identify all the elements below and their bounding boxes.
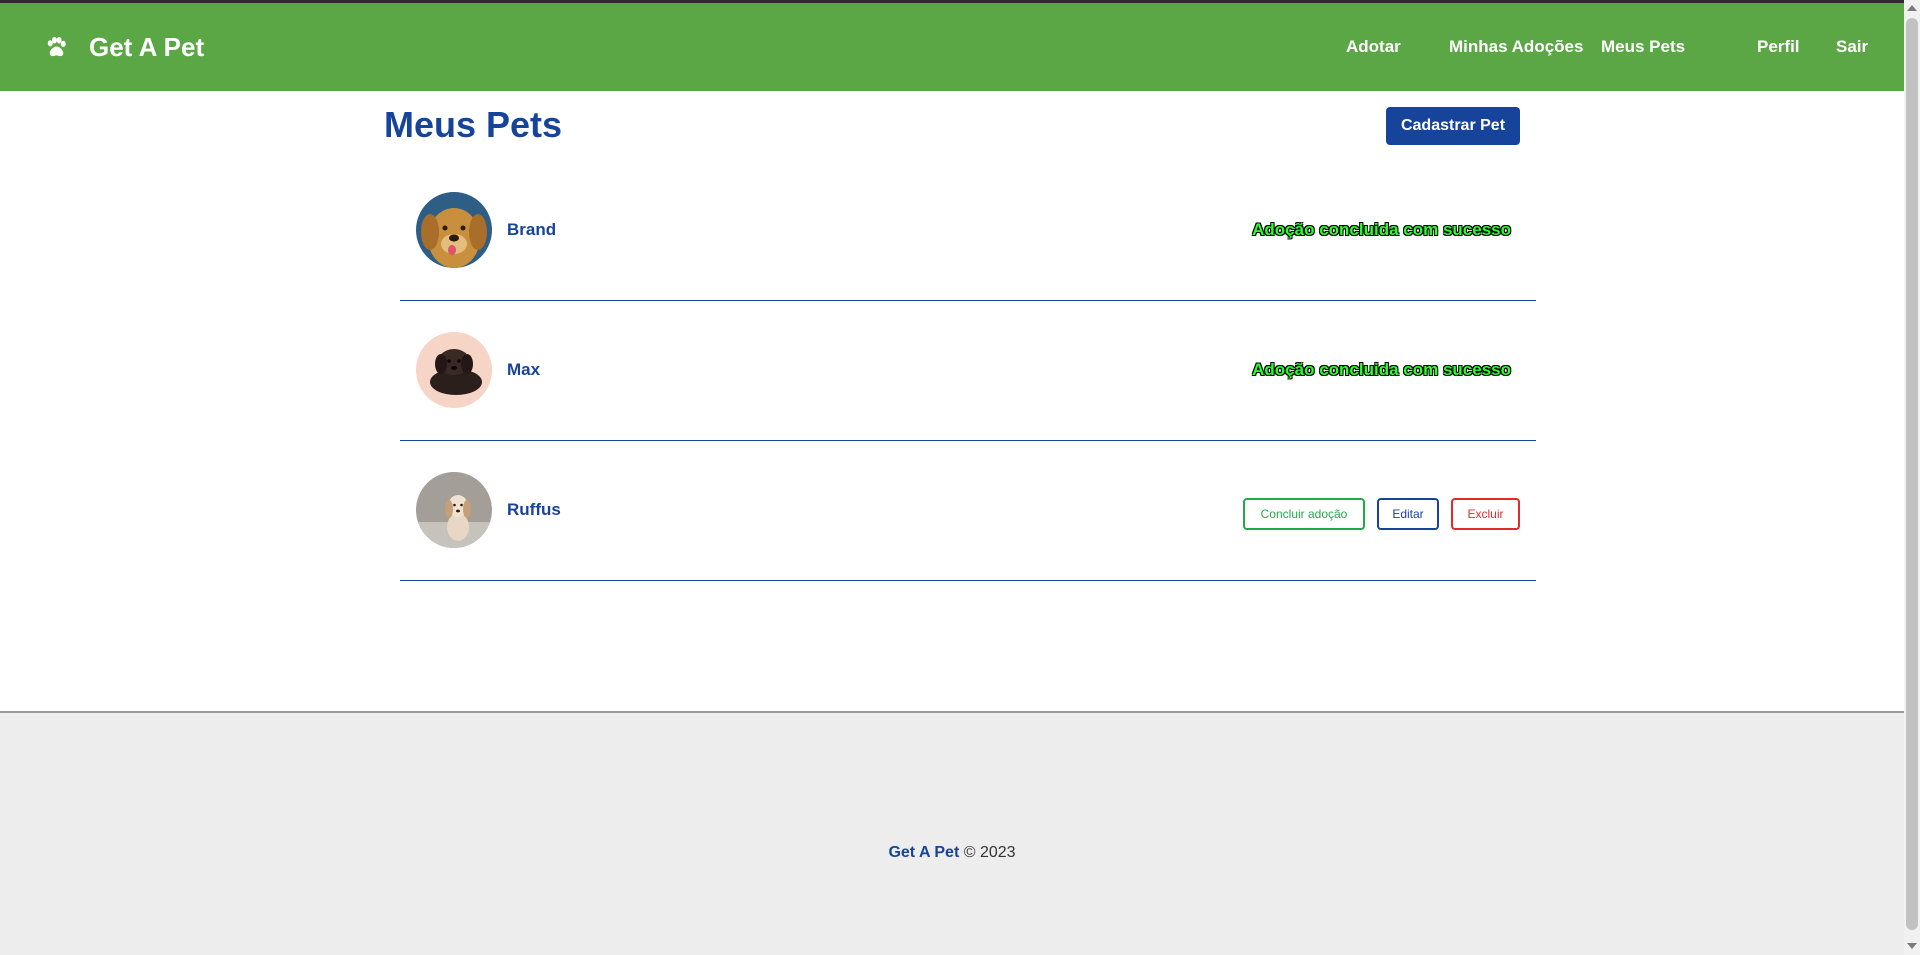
pet-avatar: [416, 192, 492, 268]
nav-link-sair[interactable]: Sair: [1836, 3, 1868, 91]
pet-avatar: [416, 472, 492, 548]
footer-brand: Get A Pet: [888, 844, 960, 861]
pet-row: Max Adoção concluida com sucesso: [400, 300, 1536, 441]
add-pet-button[interactable]: Cadastrar Pet: [1386, 107, 1520, 145]
footer: Get A Pet © 2023: [0, 711, 1904, 955]
conclude-adoption-button[interactable]: Concluir adoção: [1243, 498, 1365, 530]
pet-row: Ruffus Concluir adoção Editar Excluir: [400, 440, 1536, 581]
paw-icon: [47, 36, 66, 56]
scrollbar-thumb[interactable]: [1906, 18, 1918, 930]
footer-copyright: © 2023: [963, 844, 1016, 861]
footer-text: Get A Pet © 2023: [0, 844, 1904, 862]
nav-link-adotar[interactable]: Adotar: [1346, 3, 1401, 91]
nav-link-minhas-adocoes[interactable]: Minhas Adoções: [1449, 3, 1583, 91]
delete-pet-button[interactable]: Excluir: [1451, 498, 1520, 530]
brand-name: Get A Pet: [89, 31, 205, 62]
pet-name[interactable]: Ruffus: [507, 500, 561, 520]
brand-link[interactable]: Get A Pet: [44, 3, 204, 91]
nav-link-meus-pets[interactable]: Meus Pets: [1601, 3, 1685, 91]
pet-name[interactable]: Brand: [507, 220, 556, 240]
scroll-down-arrow-icon[interactable]: [1907, 943, 1917, 949]
adoption-status: Adoção concluida com sucesso: [1252, 220, 1511, 239]
page-scrollbar[interactable]: [1904, 0, 1920, 955]
navbar: Get A Pet Adotar Minhas Adoções Meus Pet…: [0, 3, 1904, 91]
nav-link-perfil[interactable]: Perfil: [1757, 3, 1800, 91]
adoption-status: Adoção concluida com sucesso: [1252, 360, 1511, 379]
pet-row: Brand Adoção concluida com sucesso: [400, 160, 1536, 301]
page-title: Meus Pets: [384, 104, 563, 145]
scroll-up-arrow-icon[interactable]: [1907, 5, 1917, 11]
pet-name[interactable]: Max: [507, 360, 540, 380]
pet-avatar: [416, 332, 492, 408]
edit-pet-button[interactable]: Editar: [1377, 498, 1439, 530]
